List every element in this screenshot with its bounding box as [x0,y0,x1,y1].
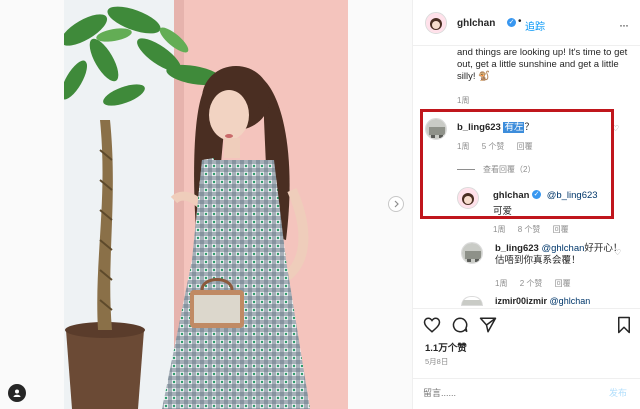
comment-divider [413,378,640,379]
next-photo-button[interactable] [388,196,404,212]
reply-likes-2[interactable]: 2 个赞 [520,279,543,288]
reply-like-heart-icon[interactable]: ♡ [614,248,621,257]
comment-meta: 1周 5 个赞 回覆 [457,141,543,152]
reply-meta: 1周 8 个赞 回覆 [493,224,579,235]
reply-button[interactable]: 回覆 [553,225,569,234]
reply-time-2: 1周 [495,279,508,288]
author-username[interactable]: ghlchan [457,18,495,29]
user-tag-icon[interactable] [8,384,26,402]
more-options-icon[interactable]: ··· [619,18,629,32]
reply-avatar[interactable] [461,242,483,264]
reply-time: 1周 [493,225,506,234]
verified-badge-icon: ✓ [507,18,516,27]
reply-text-3: izmir00izmir @ghlchan [495,296,590,306]
comment-text: b_ling623 有左？ [457,119,534,133]
comment-time: 1周 [457,142,470,151]
actions-divider [413,308,640,309]
highlighted-text: 有左 [503,122,525,133]
reply-username-2[interactable]: b_ling623 [495,243,539,254]
reply-header: ghlchan @b_ling623 [493,190,598,201]
reply-mention-2[interactable]: @ghlchan [541,243,584,254]
reply-mention-3[interactable]: @ghlchan [550,296,591,306]
separator-dot: • [518,16,522,27]
reply-text: 可爱 [493,206,513,217]
comment-reply-button[interactable]: 回覆 [517,142,533,151]
verified-badge-icon: ✓ [532,190,541,199]
reply-button-2[interactable]: 回覆 [555,279,571,288]
share-icon[interactable] [479,316,497,334]
post-comment-button[interactable]: 发布 [609,386,627,399]
bookmark-icon[interactable] [615,316,633,334]
comment-likes[interactable]: 5 个赞 [482,142,505,151]
heart-icon[interactable] [423,316,441,334]
commenter-avatar[interactable] [425,118,447,140]
likes-count[interactable]: 1.1万个赞 [425,340,467,354]
view-replies-label: 查看回覆（2） [483,165,536,174]
comment-username[interactable]: b_ling623 [457,122,501,133]
reply-text-2: b_ling623 @ghlchan好开心！估唔到你真系会覆！ [495,243,625,267]
reply-meta-2: 1周 2 个赞 回覆 [495,278,581,289]
reply-author-avatar[interactable] [457,187,479,209]
divider-line [457,169,475,171]
reply-mention[interactable]: @b_ling623 [547,190,598,201]
post-photo[interactable] [64,0,348,409]
follow-button[interactable]: 追踪 [525,18,545,33]
media-area [0,0,412,409]
post-sidebar: ghlchan ✓ • 追踪 ··· and things are lookin… [412,0,640,409]
comment-input[interactable] [423,385,593,401]
post-header: ghlchan ✓ • 追踪 ··· [413,0,640,46]
reply-username-3[interactable]: izmir00izmir [495,296,547,306]
reply-likes[interactable]: 8 个赞 [518,225,541,234]
reply-username[interactable]: ghlchan [493,190,529,201]
comment-suffix: ？ [524,122,534,133]
post-date: 5月8日 [425,357,449,366]
comment-like-heart-icon[interactable]: ♡ [612,124,619,133]
caption-time: 1周 [457,96,470,105]
view-replies-button[interactable]: 查看回覆（2） [457,164,535,175]
comment-icon[interactable] [451,316,469,334]
post-caption: and things are looking up! It's time to … [457,47,628,82]
author-avatar[interactable] [425,12,447,34]
reply-avatar-3[interactable] [461,296,483,306]
chevron-right-icon [394,200,399,208]
